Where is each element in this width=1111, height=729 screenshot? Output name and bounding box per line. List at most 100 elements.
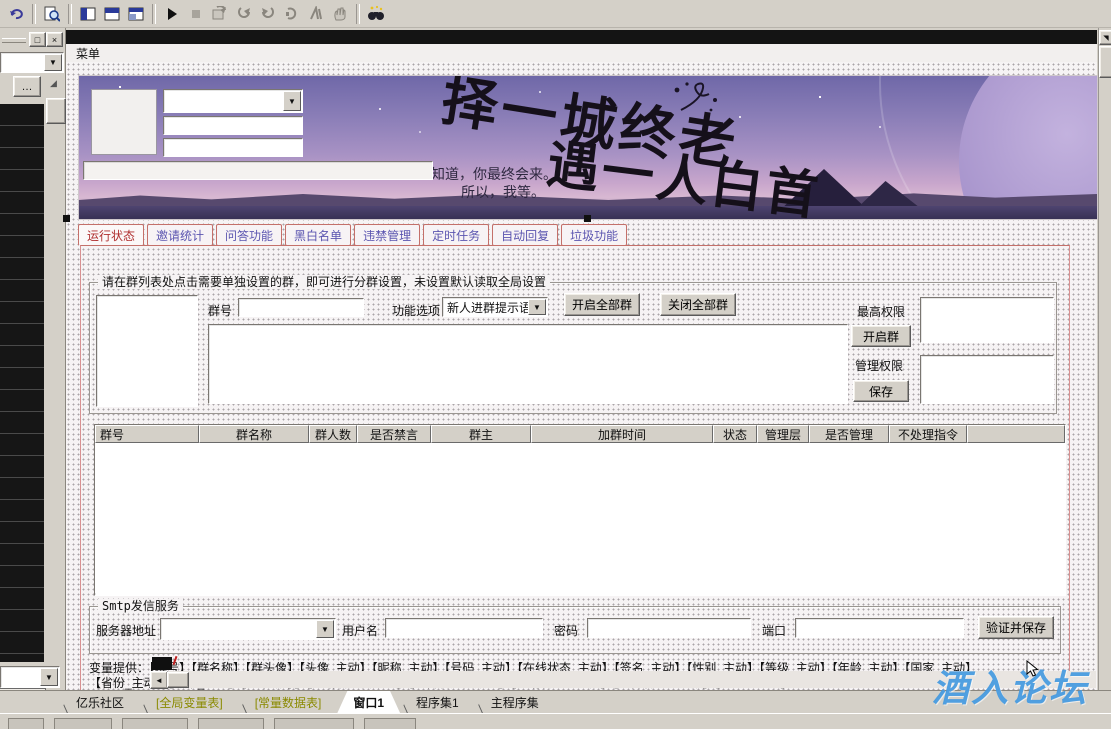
col-admin-layer[interactable]: 管理层: [757, 425, 809, 443]
run-icon[interactable]: [161, 3, 183, 25]
admin-permission-box[interactable]: [920, 355, 1054, 404]
property-list[interactable]: [0, 104, 44, 662]
col-member-count[interactable]: 群人数: [309, 425, 357, 443]
tab-running-status[interactable]: 运行状态: [78, 224, 144, 246]
col-muted[interactable]: 是否禁言: [357, 425, 431, 443]
palette-item[interactable]: [364, 718, 416, 729]
open-group-button[interactable]: 开启群: [851, 325, 911, 347]
stop-icon[interactable]: [185, 3, 207, 25]
palette-item[interactable]: [54, 718, 112, 729]
group-listbox[interactable]: [96, 295, 198, 407]
smtp-password-input[interactable]: [587, 618, 751, 638]
property-ellipsis-button[interactable]: …: [13, 76, 41, 97]
mouse-cursor-icon: [1026, 660, 1040, 678]
palette-item[interactable]: [198, 718, 264, 729]
chevron-down-icon[interactable]: ▼: [283, 91, 301, 111]
tab-scheduled-tasks[interactable]: 定时任务: [423, 224, 489, 246]
palette-item[interactable]: [8, 718, 44, 729]
verify-save-button[interactable]: 验证并保存: [978, 616, 1054, 639]
banner-input-2[interactable]: [163, 138, 303, 157]
col-join-time[interactable]: 加群时间: [531, 425, 713, 443]
step-into-icon[interactable]: [233, 3, 255, 25]
window-layout-split-icon[interactable]: [125, 3, 147, 25]
tab-ban-management[interactable]: 违禁管理: [354, 224, 420, 246]
stars: [119, 86, 121, 88]
tab-junk-function[interactable]: 垃圾功能: [561, 224, 627, 246]
chevron-down-icon[interactable]: ▼: [316, 620, 334, 638]
window-layout-bottom-icon[interactable]: [101, 3, 123, 25]
function-combobox-value: 新人进群提示语: [447, 299, 531, 316]
object-selector-combobox[interactable]: ▼: [0, 52, 64, 73]
selection-handle[interactable]: [63, 215, 70, 222]
group-table[interactable]: 群号 群名称 群人数 是否禁言 群主 加群时间 状态 管理层 是否管理 不处理指…: [94, 424, 1066, 596]
close-all-groups-button[interactable]: 关闭全部群: [660, 293, 736, 316]
tab-constant-data[interactable]: [常量数据表]: [239, 691, 338, 713]
maximize-button[interactable]: □: [29, 32, 46, 47]
sort-arrow-icon[interactable]: ◢: [50, 78, 57, 89]
find-in-files-icon[interactable]: [41, 3, 63, 25]
smtp-user-input[interactable]: [385, 618, 543, 638]
col-extra[interactable]: [967, 425, 1065, 443]
swirl-decoration: [671, 80, 721, 120]
break-icon[interactable]: [305, 3, 327, 25]
toolbar-separator: [68, 4, 72, 24]
menu-row[interactable]: 菜单: [66, 44, 1097, 62]
max-permission-box[interactable]: [920, 297, 1054, 343]
selection-handle[interactable]: [584, 215, 591, 222]
account-combobox[interactable]: ▼: [163, 89, 303, 113]
save-button[interactable]: 保存: [853, 380, 909, 402]
col-status[interactable]: 状态: [713, 425, 757, 443]
admin-permission-label: 管理权限: [855, 357, 903, 374]
property-filter-combobox[interactable]: ▼: [0, 666, 60, 688]
col-is-admin[interactable]: 是否管理: [809, 425, 889, 443]
smtp-port-input[interactable]: [795, 618, 964, 638]
col-group-name[interactable]: 群名称: [199, 425, 309, 443]
tab-invite-stats[interactable]: 邀请统计: [147, 224, 213, 246]
function-combobox[interactable]: 新人进群提示语 ▼: [442, 297, 548, 317]
chevron-down-icon[interactable]: ▼: [44, 54, 62, 71]
smtp-server-label: 服务器地址: [96, 622, 156, 639]
scroll-corner-button[interactable]: ◥: [1099, 30, 1111, 45]
open-all-groups-button[interactable]: 开启全部群: [564, 293, 640, 316]
pause-hand-icon[interactable]: [329, 3, 351, 25]
designer-v-scrollbar[interactable]: ◥: [1098, 28, 1111, 690]
scrollbar-thumb[interactable]: [167, 672, 189, 688]
tab-global-variables[interactable]: [全局变量表]: [140, 691, 239, 713]
v-scrollbar-thumb[interactable]: [1099, 46, 1111, 78]
close-button[interactable]: ×: [46, 32, 63, 47]
col-group-no[interactable]: 群号: [95, 425, 199, 443]
palette-item[interactable]: [274, 718, 354, 729]
step-over-icon[interactable]: [209, 3, 231, 25]
run-to-cursor-icon[interactable]: [281, 3, 303, 25]
chevron-down-icon[interactable]: ▼: [528, 299, 546, 315]
smtp-user-label: 用户名: [342, 622, 378, 639]
palette-item[interactable]: [122, 718, 188, 729]
banner-image: 择一城终老 遇一人白首 知道，你最终会来。 所以，我等。 ▼: [78, 75, 1098, 220]
table-body-empty[interactable]: [95, 443, 1065, 593]
panel-small-button[interactable]: [46, 98, 66, 124]
prompt-textarea[interactable]: [208, 324, 848, 404]
smtp-server-combobox[interactable]: ▼: [160, 618, 336, 640]
tab-qa-function[interactable]: 问答功能: [216, 224, 282, 246]
binoculars-search-icon[interactable]: [365, 3, 387, 25]
tab-main-assembly[interactable]: 主程序集: [475, 691, 555, 713]
tab-black-white-list[interactable]: 黑白名单: [285, 224, 351, 246]
banner-status-bar[interactable]: [83, 161, 433, 180]
group-no-input[interactable]: [238, 298, 364, 317]
window-layout-top-icon[interactable]: [77, 3, 99, 25]
undo-icon[interactable]: [5, 3, 27, 25]
tab-auto-reply[interactable]: 自动回复: [492, 224, 558, 246]
col-owner[interactable]: 群主: [431, 425, 531, 443]
scroll-left-arrow[interactable]: ◄: [150, 671, 168, 689]
col-ignore-command[interactable]: 不处理指令: [889, 425, 967, 443]
tab-strip: 运行状态 邀请统计 问答功能 黑白名单 违禁管理 定时任务 自动回复 垃圾功能: [78, 224, 630, 246]
toolbar-separator: [152, 4, 156, 24]
component-tray-handle[interactable]: [152, 657, 172, 670]
tab-window1[interactable]: 窗口1: [337, 691, 400, 713]
chevron-down-icon[interactable]: ▼: [40, 668, 58, 686]
step-out-icon[interactable]: [257, 3, 279, 25]
max-permission-label: 最高权限: [857, 303, 905, 320]
banner-input-1[interactable]: [163, 116, 303, 135]
tab-yile-community[interactable]: 亿乐社区: [60, 691, 140, 713]
tab-assembly1[interactable]: 程序集1: [400, 691, 475, 713]
